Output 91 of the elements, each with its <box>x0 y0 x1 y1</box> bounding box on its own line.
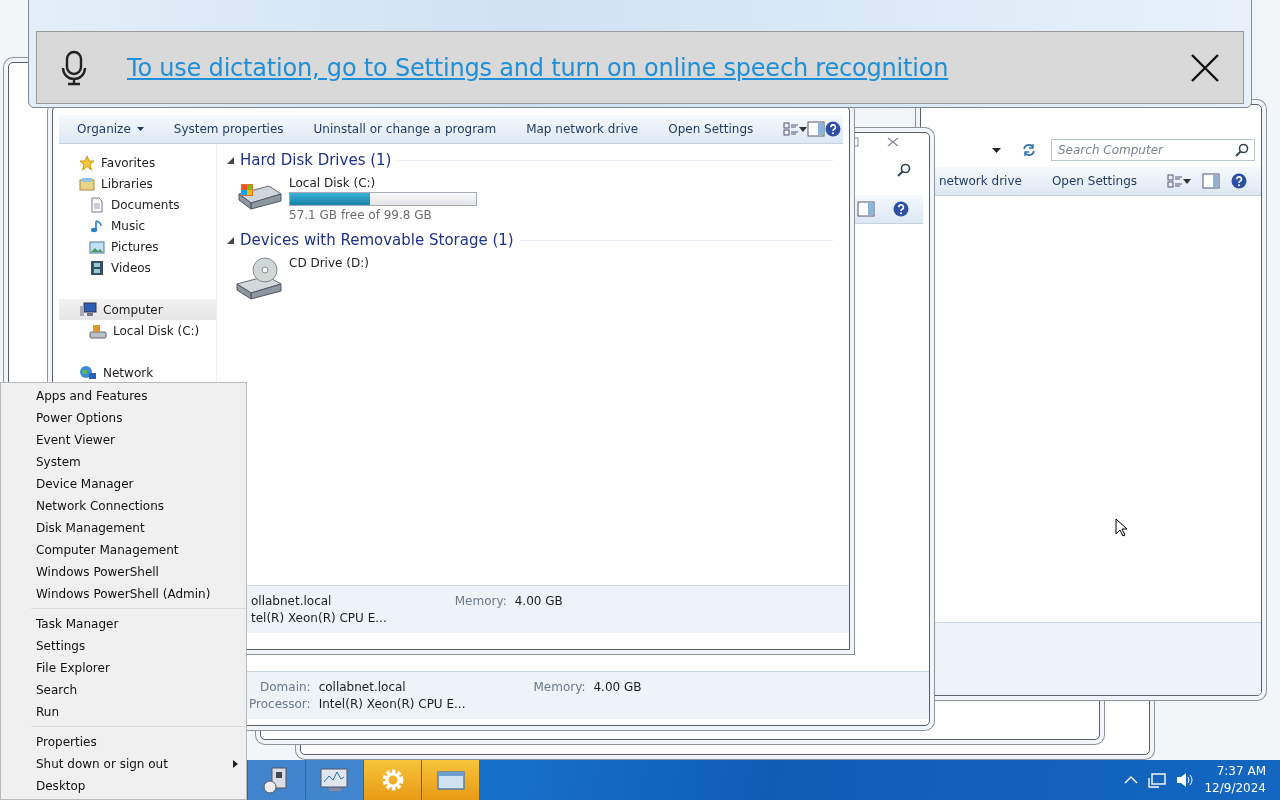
close-icon <box>1191 53 1219 82</box>
network-icon <box>1148 772 1167 788</box>
menu-item[interactable]: Task Manager <box>1 613 246 635</box>
menu-item[interactable]: Settings <box>1 635 246 657</box>
microphone-icon <box>61 49 87 86</box>
menu-item[interactable]: Search <box>1 679 246 701</box>
menu-item[interactable]: Shut down or sign out <box>1 753 246 775</box>
preview-pane-icon <box>1202 173 1220 189</box>
menu-item[interactable]: Disk Management <box>1 517 246 539</box>
monitor-icon <box>318 767 351 793</box>
taskbar-button[interactable] <box>422 760 479 800</box>
drive-name: CD Drive (D:) <box>289 256 369 270</box>
detail-value: tel(R) Xeon(R) CPU E... <box>251 611 387 625</box>
star-icon <box>79 154 95 171</box>
collapse-triangle-icon <box>227 156 234 164</box>
clock-time: 7:37 AM <box>1216 763 1266 780</box>
menu-item[interactable]: Event Viewer <box>1 429 246 451</box>
menu-item[interactable]: Power Options <box>1 407 246 429</box>
sidebar-item[interactable]: Documents <box>59 194 216 215</box>
menu-item[interactable]: Windows PowerShell (Admin) <box>1 583 246 605</box>
toolbar-button[interactable]: Uninstall or change a program <box>313 122 511 136</box>
detail-value: 4.00 GB <box>514 594 563 608</box>
picture-icon <box>89 238 105 255</box>
help-icon <box>825 121 842 137</box>
detail-label: Memory: <box>454 594 507 608</box>
help-icon <box>1231 173 1247 189</box>
menu-item[interactable]: File Explorer <box>1 657 246 679</box>
cd-drive-icon <box>235 256 283 300</box>
dropdown-caret-icon <box>992 147 1001 153</box>
free-space: 57.1 GB free of 99.8 GB <box>289 208 433 222</box>
menu-item[interactable]: Desktop <box>1 775 246 797</box>
toolbar-button[interactable]: network drive <box>939 174 1036 188</box>
music-note-icon <box>89 217 105 234</box>
menu-item[interactable]: Properties <box>1 731 246 753</box>
drive-name: Local Disk (C:) <box>289 176 377 190</box>
toolbar-button[interactable]: Organize <box>77 122 158 136</box>
menu-item[interactable]: Device Manager <box>1 473 246 495</box>
caret-icon <box>1183 178 1191 184</box>
document-icon <box>89 196 105 213</box>
detail-value: 4.00 GB <box>593 680 642 694</box>
globe-icon <box>79 364 97 381</box>
preview-pane-icon <box>857 201 875 217</box>
cursor-icon <box>1115 518 1127 537</box>
group-heading: Devices with Removable Storage (1) <box>240 231 514 249</box>
menu-item[interactable]: Windows PowerShell <box>1 561 246 583</box>
speaker-icon <box>1176 772 1195 788</box>
sidebar-item[interactable]: Music <box>59 215 216 236</box>
search-icon <box>1235 143 1249 157</box>
group-heading: Hard Disk Drives (1) <box>240 151 392 169</box>
close-icon <box>887 137 899 147</box>
detail-value: ollabnet.local <box>251 594 333 608</box>
detail-label: Domain: <box>259 680 311 694</box>
search-icon <box>897 163 911 177</box>
sidebar-item[interactable]: Videos <box>59 257 216 278</box>
toolbar-button[interactable]: Map network drive <box>526 122 653 136</box>
view-options-icon <box>783 121 800 137</box>
film-icon <box>89 259 105 276</box>
menu-item[interactable]: System <box>1 451 246 473</box>
view-options-icon <box>1167 173 1183 189</box>
taskbar-button[interactable] <box>248 760 305 800</box>
clock-date: 12/9/2024 <box>1204 780 1266 797</box>
toolbar-button[interactable]: Open Settings <box>1051 174 1151 188</box>
sidebar-item[interactable]: Libraries <box>59 173 216 194</box>
detail-value: collabnet.local <box>318 680 407 694</box>
sidebar-item[interactable]: Local Disk (C:) <box>59 320 216 341</box>
taskbar-button[interactable] <box>364 760 421 800</box>
submenu-arrow-icon <box>233 760 238 768</box>
disk-icon <box>89 322 107 339</box>
menu-item[interactable]: Run <box>1 701 246 723</box>
computer-icon <box>79 301 97 318</box>
taskbar-button[interactable] <box>306 760 363 800</box>
close-button[interactable] <box>1191 53 1219 82</box>
toolbar-button[interactable]: System properties <box>173 122 298 136</box>
search-field[interactable]: Search Computer <box>1051 139 1255 161</box>
window-icon <box>435 769 466 791</box>
chevron-up-icon <box>1124 776 1139 784</box>
refresh-icon <box>1021 143 1037 157</box>
toolbar-button[interactable]: Open Settings <box>668 122 768 136</box>
menu-item[interactable]: Apps and Features <box>1 385 246 407</box>
detail-value: Intel(R) Xeon(R) CPU E... <box>318 697 466 711</box>
detail-label: Memory: <box>533 680 586 694</box>
sidebar-item[interactable]: Computer <box>59 299 216 320</box>
library-icon <box>79 175 95 192</box>
collapse-triangle-icon <box>227 236 234 244</box>
sidebar-item[interactable]: Favorites <box>59 152 216 173</box>
preview-pane-icon <box>807 121 826 137</box>
menu-item[interactable]: Computer Management <box>1 539 246 561</box>
menu-item[interactable]: Network Connections <box>1 495 246 517</box>
detail-label: Processor: <box>249 697 311 711</box>
sidebar-item[interactable]: Pictures <box>59 236 216 257</box>
help-icon <box>893 201 909 217</box>
